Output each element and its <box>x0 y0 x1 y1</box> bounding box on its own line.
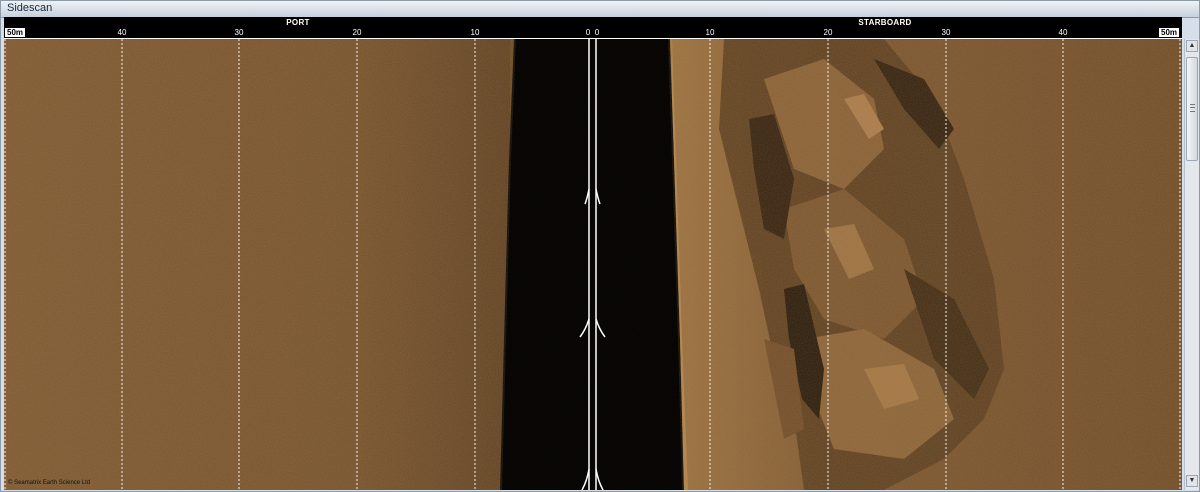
range-right-label: 50m <box>1159 28 1180 37</box>
port-tick-30: 30 <box>234 28 244 37</box>
vertical-scrollbar[interactable]: ▲ ▼ <box>1184 39 1199 490</box>
range-left-label: 50m <box>5 28 26 37</box>
range-header: PORT STARBOARD 50m 50m 40 30 20 10 0 0 1… <box>4 17 1182 39</box>
port-label: PORT <box>286 18 310 27</box>
sonar-image[interactable] <box>4 39 1182 490</box>
copyright-text: © Seamatrix Earth Science Ltd <box>8 480 91 486</box>
sonar-canvas <box>4 39 1182 490</box>
starboard-tick-0: 0 <box>594 28 600 37</box>
grip-icon <box>1190 104 1195 112</box>
port-tick-20: 20 <box>352 28 362 37</box>
port-tick-0: 0 <box>585 28 591 37</box>
starboard-label: STARBOARD <box>858 18 912 27</box>
water-column-dark <box>502 39 682 490</box>
sidescan-window: Sidescan PORT STARBOARD 50m 50m 40 30 20… <box>0 0 1200 492</box>
starboard-tick-40: 40 <box>1058 28 1068 37</box>
starboard-tick-20: 20 <box>823 28 833 37</box>
scroll-up-button[interactable]: ▲ <box>1186 40 1198 52</box>
port-tick-40: 40 <box>117 28 127 37</box>
title-bar: Sidescan <box>1 1 1199 18</box>
port-tick-10: 10 <box>470 28 480 37</box>
starboard-tick-10: 10 <box>705 28 715 37</box>
window-title: Sidescan <box>7 2 53 14</box>
scroll-thumb[interactable] <box>1186 57 1198 161</box>
starboard-tick-30: 30 <box>941 28 951 37</box>
scroll-down-button[interactable]: ▼ <box>1186 475 1198 487</box>
